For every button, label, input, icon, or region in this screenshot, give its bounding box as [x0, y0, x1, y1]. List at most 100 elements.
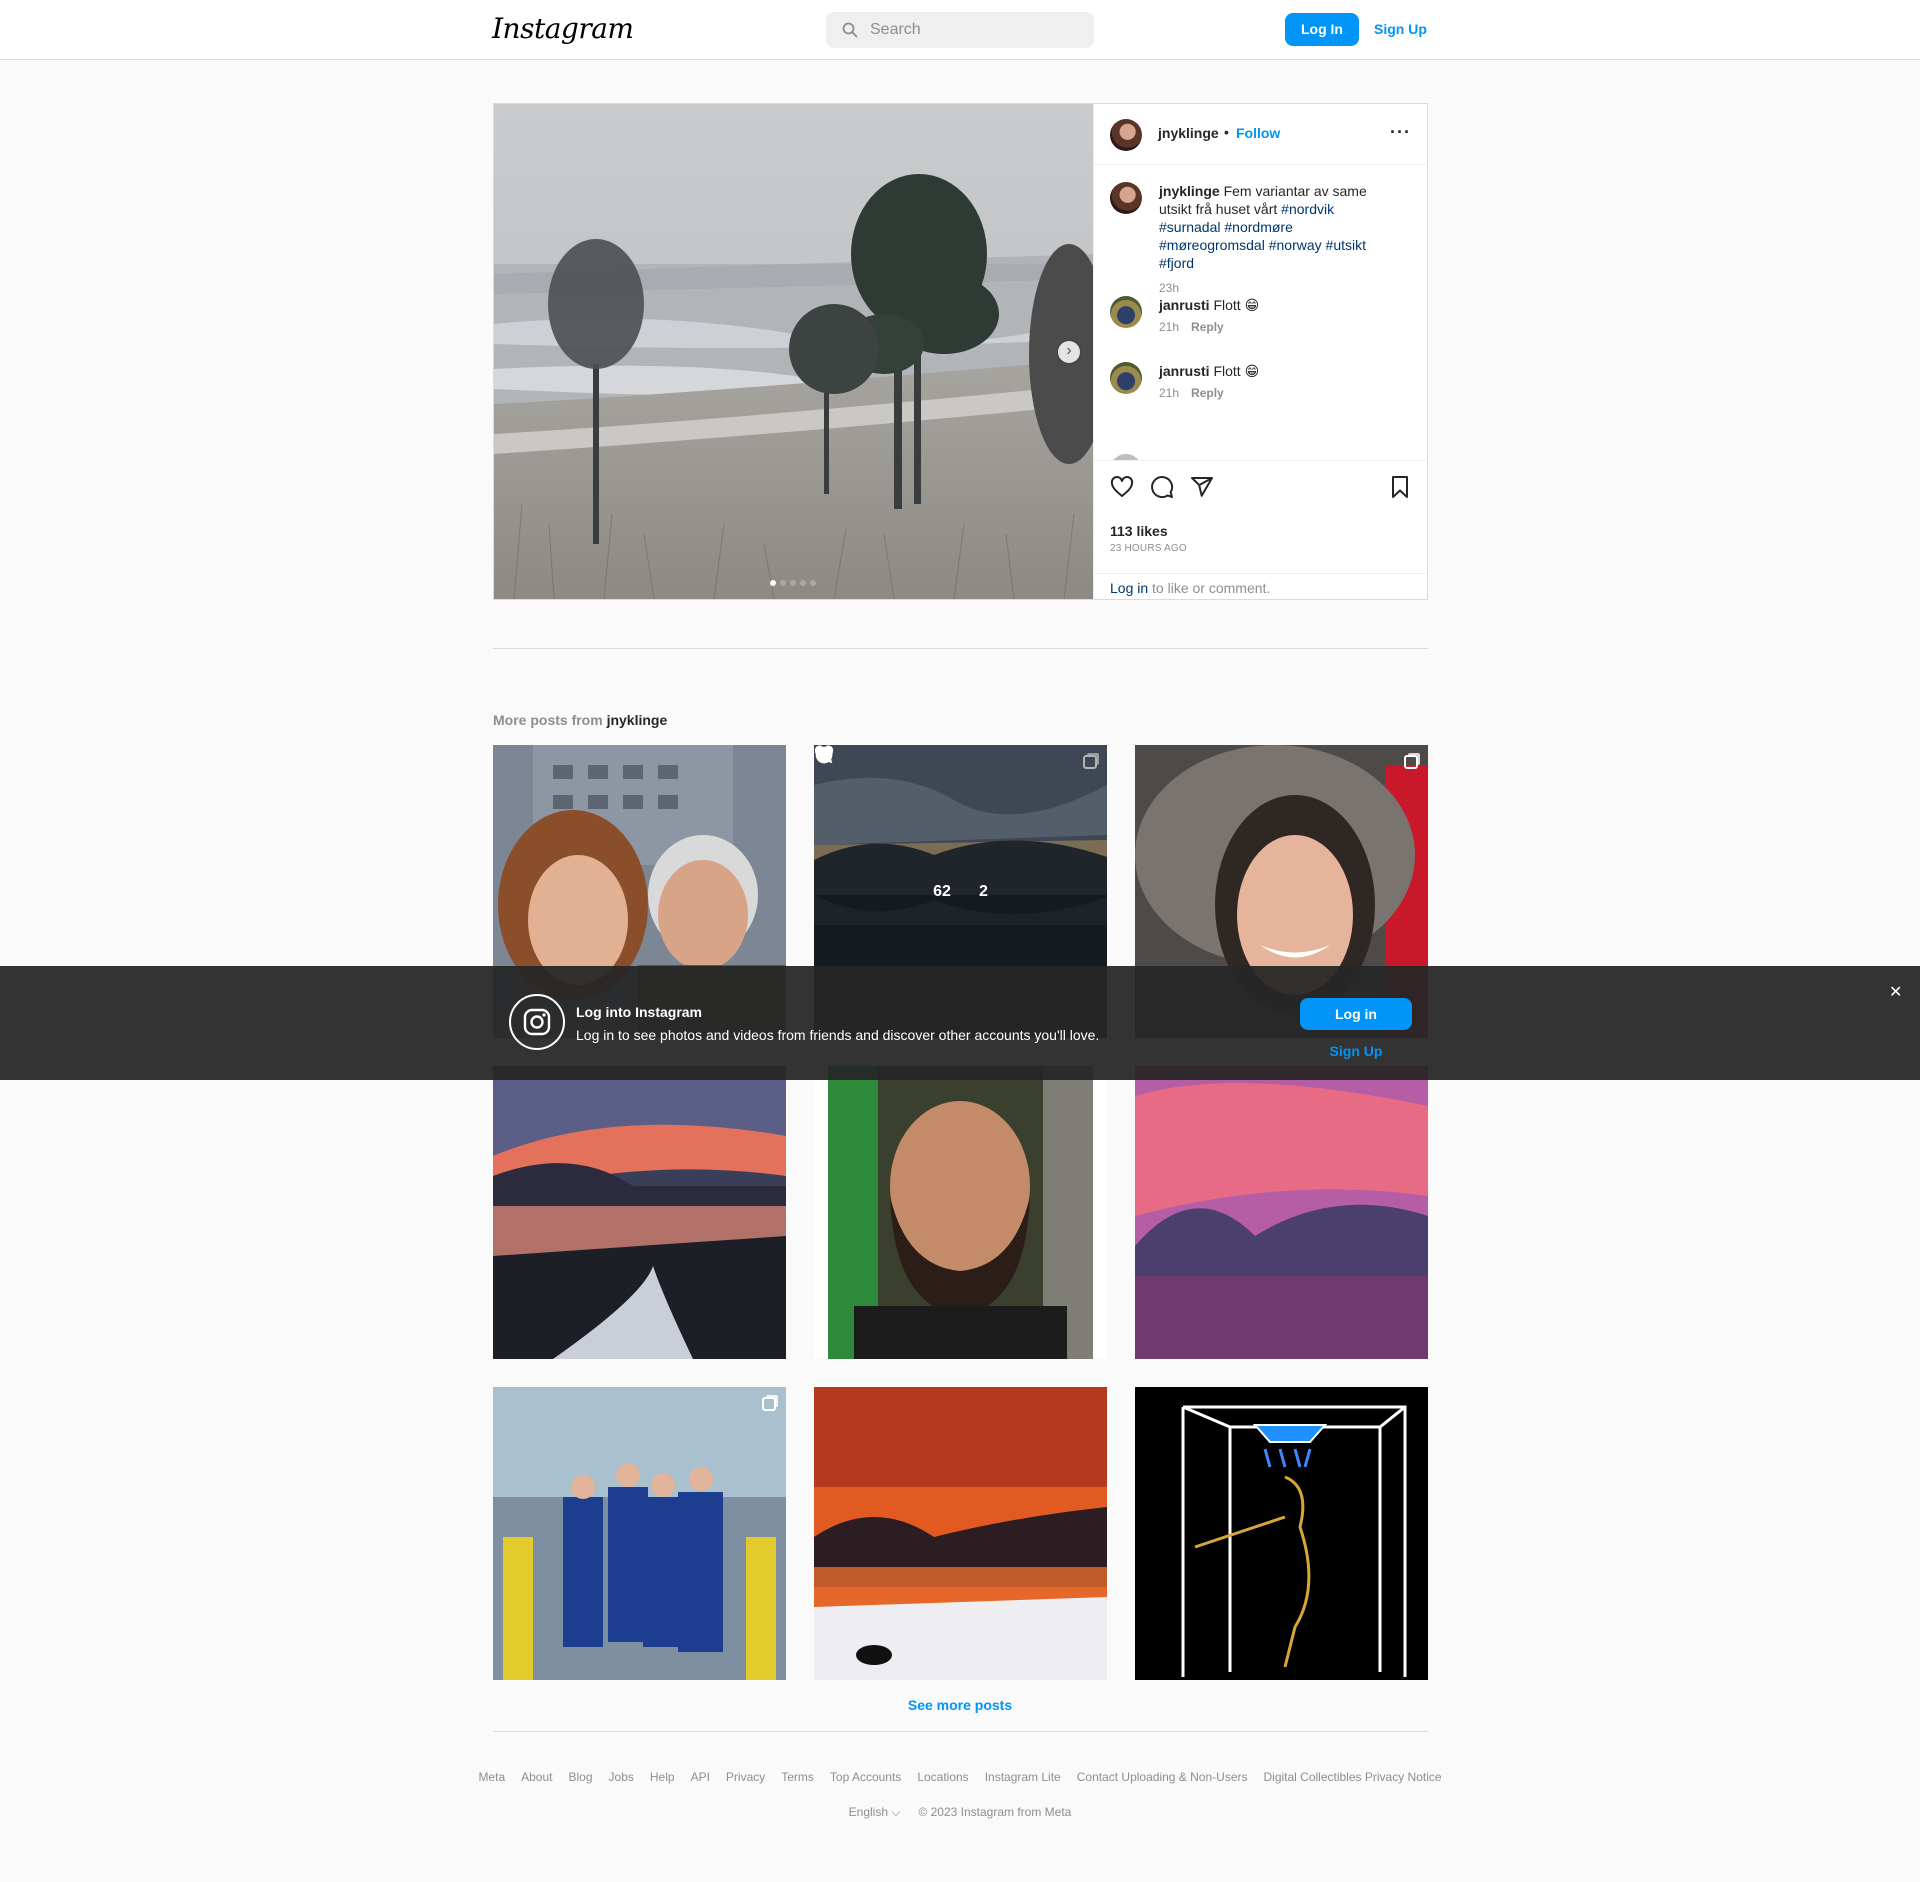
- divider: [493, 648, 1428, 649]
- login-link[interactable]: Log in: [1110, 580, 1148, 596]
- commenter-avatar[interactable]: [1110, 296, 1142, 328]
- banner-subtitle: Log in to see photos and videos from fri…: [576, 1027, 1100, 1043]
- post-photo: [494, 104, 1093, 599]
- footer-link-contact-uploading[interactable]: Contact Uploading & Non-Users: [1077, 1770, 1248, 1784]
- carousel-dot: [780, 580, 786, 586]
- banner-login-button[interactable]: Log in: [1300, 998, 1412, 1030]
- footer-link-instagram-lite[interactable]: Instagram Lite: [985, 1770, 1061, 1784]
- caption-username[interactable]: jnyklinge: [1159, 183, 1220, 199]
- author-username[interactable]: jnyklinge: [1158, 125, 1219, 141]
- more-posts-heading: More posts from jnyklinge: [493, 712, 667, 728]
- footer-link-meta[interactable]: Meta: [478, 1770, 505, 1784]
- carousel-indicator: [770, 580, 816, 586]
- instagram-glyph-icon: [509, 994, 565, 1050]
- comment-time: 21h: [1159, 386, 1180, 400]
- like-count: 62: [933, 882, 951, 900]
- search-input[interactable]: [870, 12, 1080, 48]
- follow-button[interactable]: Follow: [1236, 125, 1280, 141]
- post-sidebar: jnyklinge • Follow ··· jnyklinge Fem var…: [1093, 104, 1428, 599]
- hashtag[interactable]: #utsikt: [1326, 237, 1366, 253]
- banner-signup-link[interactable]: Sign Up: [1300, 1043, 1412, 1059]
- language-selector[interactable]: English ⌵: [849, 1805, 901, 1820]
- footer-link-about[interactable]: About: [521, 1770, 552, 1784]
- grid-post[interactable]: [493, 1387, 786, 1680]
- carousel-dot: [770, 580, 776, 586]
- comment-meta: 21h Reply: [1159, 320, 1224, 334]
- post-thumbnail: [1135, 1387, 1428, 1680]
- login-prompt-text: to like or comment.: [1148, 580, 1271, 596]
- instagram-logo[interactable]: Instagram: [492, 12, 634, 45]
- grid-post[interactable]: [1135, 1387, 1428, 1680]
- copyright: © 2023 Instagram from Meta: [918, 1805, 1072, 1819]
- footer-link-terms[interactable]: Terms: [781, 1770, 814, 1784]
- like-count[interactable]: 113 likes: [1110, 523, 1168, 539]
- comment-username[interactable]: janrusti: [1159, 297, 1210, 313]
- hashtag[interactable]: #nordmøre: [1224, 219, 1292, 235]
- post: › jnyklinge • Follow ··· jnyklinge Fem v…: [493, 103, 1428, 600]
- footer-link-privacy[interactable]: Privacy: [726, 1770, 765, 1784]
- login-prompt: Log in to like or comment.: [1094, 573, 1428, 600]
- footer-link-locations[interactable]: Locations: [917, 1770, 968, 1784]
- comment-bubble-icon: [815, 746, 833, 764]
- footer-link-jobs[interactable]: Jobs: [609, 1770, 634, 1784]
- comment-text: janrusti Flott 😁: [1159, 296, 1399, 314]
- comments-list[interactable]: jnyklinge Fem variantar av same utsikt f…: [1094, 166, 1428, 460]
- more-posts-username[interactable]: jnyklinge: [607, 712, 668, 728]
- grid-post[interactable]: [814, 1066, 1107, 1359]
- footer-link-help[interactable]: Help: [650, 1770, 675, 1784]
- carousel-icon: [1404, 755, 1418, 769]
- search-box[interactable]: [826, 12, 1094, 48]
- post-header: jnyklinge • Follow ···: [1094, 104, 1428, 165]
- signup-link[interactable]: Sign Up: [1374, 21, 1427, 37]
- like-icon[interactable]: [1110, 475, 1134, 499]
- close-icon[interactable]: ✕: [1889, 982, 1902, 1002]
- hashtag[interactable]: #surnadal: [1159, 219, 1221, 235]
- footer-link-digital-collectibles[interactable]: Digital Collectibles Privacy Notice: [1263, 1770, 1441, 1784]
- comment-icon[interactable]: [1150, 475, 1174, 499]
- login-button[interactable]: Log In: [1285, 13, 1359, 46]
- see-more-posts-link[interactable]: See more posts: [0, 1697, 1920, 1713]
- more-options-icon[interactable]: ···: [1390, 122, 1411, 143]
- hashtag[interactable]: #norway: [1269, 237, 1322, 253]
- caption-time: 23h: [1159, 281, 1180, 295]
- comment-stat: 2: [815, 746, 988, 901]
- footer-links: Meta About Blog Jobs Help API Privacy Te…: [0, 1770, 1920, 1784]
- top-nav: Instagram Log In Sign Up: [0, 0, 1920, 60]
- comment-body: Flott 😁: [1213, 297, 1260, 313]
- grid-post[interactable]: [1135, 1066, 1428, 1359]
- footer-link-top-accounts[interactable]: Top Accounts: [830, 1770, 901, 1784]
- comment-count: 2: [978, 882, 988, 900]
- post-actions: 113 likes 23 HOURS AGO Log in to like or…: [1094, 460, 1428, 599]
- reply-button[interactable]: Reply: [1191, 320, 1224, 334]
- login-banner: Log into Instagram Log in to see photos …: [0, 966, 1920, 1080]
- post-thumbnail: [814, 1387, 1107, 1680]
- carousel-dot: [800, 580, 806, 586]
- grid-post[interactable]: [814, 1387, 1107, 1680]
- post-media[interactable]: ›: [494, 104, 1093, 599]
- share-icon[interactable]: [1190, 475, 1214, 499]
- post-time: 23 HOURS AGO: [1110, 543, 1187, 554]
- comment-time: 21h: [1159, 320, 1180, 334]
- divider: [493, 1731, 1428, 1732]
- hashtag[interactable]: #møreogromsdal: [1159, 237, 1265, 253]
- comment-meta: 21h Reply: [1159, 386, 1224, 400]
- caption-text: jnyklinge Fem variantar av same utsikt f…: [1159, 182, 1399, 272]
- hashtag[interactable]: #nordvik: [1281, 201, 1334, 217]
- author-avatar[interactable]: [1110, 119, 1142, 151]
- post-thumbnail: [493, 1066, 786, 1359]
- commenter-avatar[interactable]: [1110, 362, 1142, 394]
- grid-post[interactable]: [493, 1066, 786, 1359]
- separator-dot: •: [1224, 124, 1229, 140]
- post-thumbnail: [1135, 1066, 1428, 1359]
- post-thumbnail: [493, 1387, 786, 1680]
- footer-link-blog[interactable]: Blog: [568, 1770, 592, 1784]
- search-icon: [842, 22, 858, 38]
- footer-link-api[interactable]: API: [691, 1770, 710, 1784]
- hashtag[interactable]: #fjord: [1159, 255, 1194, 271]
- reply-button[interactable]: Reply: [1191, 386, 1224, 400]
- save-bookmark-icon[interactable]: [1388, 475, 1412, 499]
- comment-username[interactable]: janrusti: [1159, 363, 1210, 379]
- caption-avatar[interactable]: [1110, 182, 1142, 214]
- footer-bottom: English ⌵ © 2023 Instagram from Meta: [0, 1805, 1920, 1820]
- carousel-next-button[interactable]: ›: [1058, 341, 1080, 363]
